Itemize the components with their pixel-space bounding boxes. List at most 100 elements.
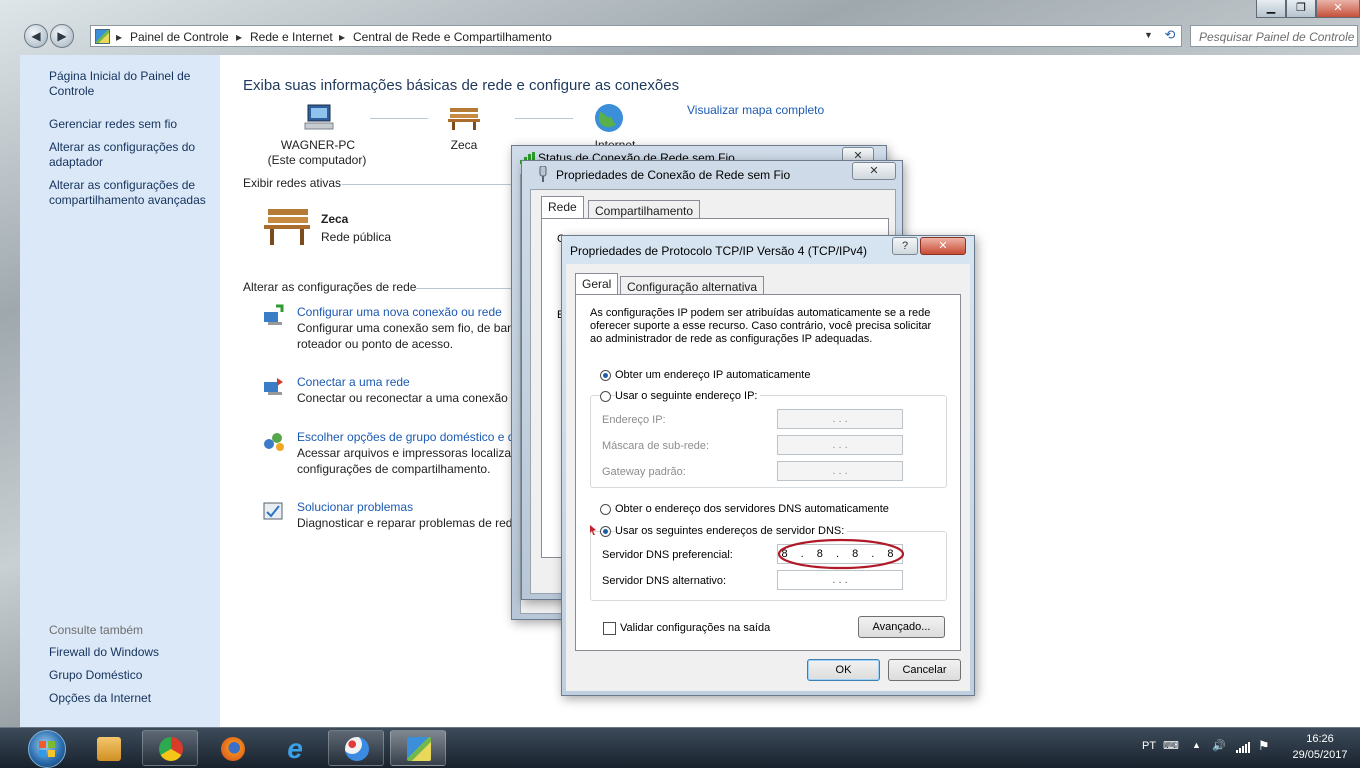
link-firewall[interactable]: Firewall do Windows <box>49 645 214 660</box>
task-homegroup-link[interactable]: Escolher opções de grupo doméstico e d <box>297 429 518 445</box>
ip-auto-radio[interactable] <box>600 370 611 381</box>
minimize-button[interactable]: ▁ <box>1256 0 1286 18</box>
change-settings-header: Alterar as configurações de rede <box>243 280 417 294</box>
active-networks-header: Exibir redes ativas <box>243 176 342 190</box>
section-divider <box>416 288 512 289</box>
link-adapter-settings[interactable]: Alterar as configurações do adaptador <box>49 140 214 170</box>
general-tab-page: As configurações IP podem ser atribuídas… <box>575 294 961 651</box>
bench-icon[interactable] <box>448 105 480 131</box>
tab-alternate-config[interactable]: Configuração alternativa <box>620 276 765 296</box>
advanced-button[interactable]: Avançado... <box>858 616 945 638</box>
chrome-icon <box>159 737 183 761</box>
ip-manual-radio[interactable] <box>600 391 611 402</box>
ip-auto-label[interactable]: Obter um endereço IP automaticamente <box>615 369 810 381</box>
active-network-name: Zeca <box>321 212 349 226</box>
map-connector <box>515 118 573 119</box>
validate-checkbox[interactable] <box>603 622 616 635</box>
taskbar-paint[interactable] <box>328 730 384 766</box>
breadcrumb[interactable]: ▸ Painel de Controle ▸ Rede e Internet ▸… <box>90 25 1182 47</box>
forward-button[interactable]: ▶ <box>50 24 74 48</box>
subnet-mask-label: Máscara de sub-rede: <box>602 440 709 452</box>
taskbar-control-panel[interactable] <box>390 730 446 766</box>
dns-auto-radio[interactable] <box>600 504 611 515</box>
breadcrumb-painel[interactable]: Painel de Controle <box>130 30 229 44</box>
tab-rede[interactable]: Rede <box>541 196 584 218</box>
task-description: configurações de compartilhamento. <box>297 462 491 476</box>
maximize-button[interactable]: ❐ <box>1286 0 1316 18</box>
homegroup-icon <box>264 433 284 451</box>
clock-time[interactable]: 16:26 <box>1290 733 1350 745</box>
volume-icon[interactable]: 🔊 <box>1212 739 1226 752</box>
map-connector <box>370 118 428 119</box>
connect-network-icon <box>264 378 283 395</box>
tcpip-close-button[interactable]: ✕ <box>920 237 966 255</box>
folder-icon <box>97 737 121 761</box>
breadcrumb-rede-internet[interactable]: Rede e Internet <box>250 30 333 44</box>
properties-dialog-title: Propriedades de Conexão de Rede sem Fio <box>556 168 791 182</box>
tab-geral[interactable]: Geral <box>575 273 619 295</box>
refresh-icon[interactable]: ⟲ <box>1160 26 1180 46</box>
help-button[interactable]: ? <box>892 237 918 255</box>
ip-address-field[interactable]: . . . <box>777 409 903 429</box>
globe-icon[interactable] <box>594 103 624 133</box>
validate-label[interactable]: Validar configurações na saída <box>620 622 770 634</box>
link-sharing-settings[interactable]: Alterar as configurações de compartilham… <box>49 178 214 208</box>
new-connection-icon <box>264 304 284 325</box>
link-control-panel-home[interactable]: Página Inicial do Painel de Controle <box>49 69 214 99</box>
language-indicator[interactable]: PT <box>1142 740 1156 752</box>
computer-icon <box>304 104 334 130</box>
computer-subtitle: (Este computador) <box>267 153 367 167</box>
taskbar-ie[interactable]: e <box>266 730 322 766</box>
section-divider <box>342 184 512 185</box>
properties-close-button[interactable]: ✕ <box>852 162 896 180</box>
page-title: Exiba suas informações básicas de rede e… <box>243 77 680 94</box>
taskbar-firefox[interactable] <box>204 730 260 766</box>
task-description: Configurar uma conexão sem fio, de ban <box>297 321 514 335</box>
clock-date[interactable]: 29/05/2017 <box>1290 749 1350 761</box>
tab-compartilhamento[interactable]: Compartilhamento <box>588 200 701 220</box>
back-button[interactable]: ◀ <box>24 24 48 48</box>
dns-auto-label[interactable]: Obter o endereço dos servidores DNS auto… <box>615 503 889 515</box>
dns-manual-label[interactable]: Usar os seguintes endereços de servidor … <box>615 525 848 537</box>
link-manage-wireless[interactable]: Gerenciar redes sem fio <box>49 117 214 132</box>
computer-name: WAGNER-PC <box>280 138 356 152</box>
network-name[interactable]: Zeca <box>434 138 494 152</box>
dropdown-chevron-icon[interactable]: ▼ <box>1144 30 1153 40</box>
tcpip-dialog-title: Propriedades de Protocolo TCP/IP Versão … <box>570 244 868 258</box>
network-type-link[interactable]: Rede pública <box>321 230 391 244</box>
paint-icon <box>345 737 369 761</box>
window-controls: ▁ ❐ ✕ <box>1256 0 1360 18</box>
control-panel-icon <box>95 29 110 44</box>
link-internet-options[interactable]: Opções da Internet <box>49 691 214 706</box>
action-center-flag-icon[interactable]: ⚑ <box>1258 738 1270 754</box>
link-homegroup[interactable]: Grupo Doméstico <box>49 668 214 683</box>
task-troubleshoot-link[interactable]: Solucionar problemas <box>297 499 519 515</box>
wifi-signal-icon[interactable] <box>1236 741 1250 753</box>
description-text: ao administrador de rede as configuraçõe… <box>590 333 873 345</box>
ip-manual-label[interactable]: Usar o seguinte endereço IP: <box>615 390 761 402</box>
dns-alternate-field[interactable]: . . . <box>777 570 903 590</box>
start-button[interactable] <box>28 730 66 768</box>
cancel-button[interactable]: Cancelar <box>888 659 961 681</box>
taskbar-chrome[interactable] <box>142 730 198 766</box>
keyboard-icon[interactable]: ⌨ <box>1163 739 1179 752</box>
control-panel-icon <box>407 737 431 761</box>
taskbar: e PT ⌨ ▲ 🔊 ⚑ 16:26 29/05/2017 <box>0 727 1360 768</box>
task-troubleshoot: Solucionar problemas Diagnosticar e repa… <box>297 499 519 531</box>
subnet-mask-field[interactable]: . . . <box>777 435 903 455</box>
ok-button[interactable]: OK <box>807 659 880 681</box>
taskbar-explorer[interactable] <box>80 730 136 766</box>
description-text: oferecer suporte a esse recurso. Caso co… <box>590 320 932 332</box>
task-connect-link[interactable]: Conectar a uma rede <box>297 374 518 390</box>
task-new-connection-link[interactable]: Configurar uma nova conexão ou rede <box>297 304 514 320</box>
gateway-field[interactable]: . . . <box>777 461 903 481</box>
dns-alternate-label: Servidor DNS alternativo: <box>602 575 727 587</box>
show-hidden-icons-icon[interactable]: ▲ <box>1192 740 1201 750</box>
search-input[interactable]: Pesquisar Painel de Controle <box>1190 25 1358 47</box>
close-button[interactable]: ✕ <box>1316 0 1360 18</box>
dns-manual-radio[interactable] <box>600 526 611 537</box>
task-description: Diagnosticar e reparar problemas de rede <box>297 516 520 530</box>
address-bar: ◀ ▶ ▸ Painel de Controle ▸ Rede e Intern… <box>20 22 1360 50</box>
view-full-map-link[interactable]: Visualizar mapa completo <box>687 103 824 117</box>
breadcrumb-central[interactable]: Central de Rede e Compartilhamento <box>353 30 552 44</box>
